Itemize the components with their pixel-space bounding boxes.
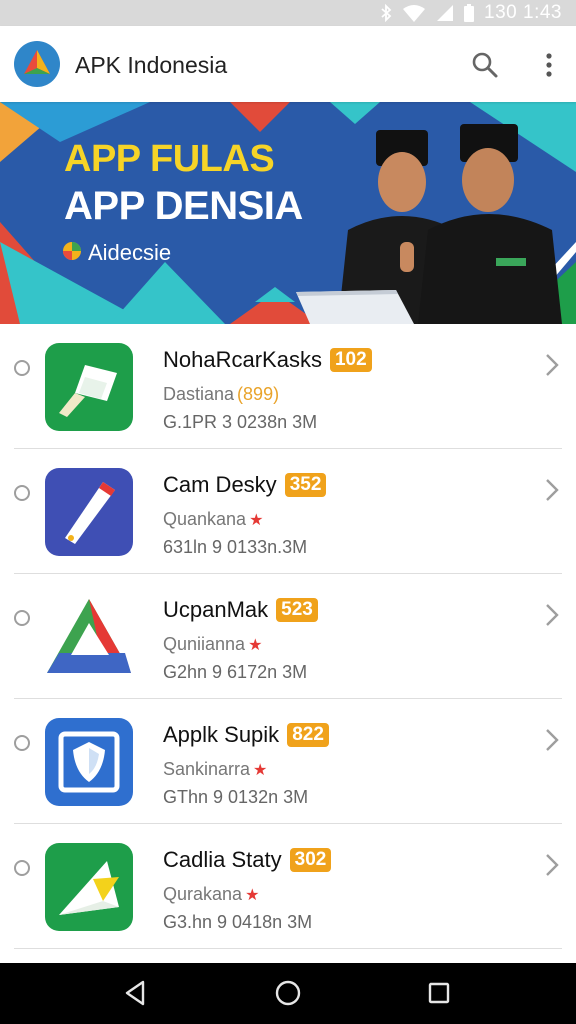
app-bar: APK Indonesia <box>0 26 576 102</box>
star-icon: ★ <box>253 761 268 779</box>
app-name: NohaRcarKasks <box>163 347 322 372</box>
app-meta: GThn 9 0132n 3M <box>163 787 309 807</box>
list-item[interactable]: Cam Desky 352 Quankana ★ 631ln 9 0133n.3… <box>0 449 576 574</box>
signal-icon <box>436 4 454 22</box>
status-bar: 130 1:43 <box>0 0 576 26</box>
app-name: Cam Desky <box>163 472 277 497</box>
app-title-line: UcpanMak 523 <box>163 597 318 623</box>
banner-subheadline: APP DENSIA <box>64 184 303 228</box>
banner-brand-label: Aidecsie <box>88 240 172 265</box>
app-title-line: Cam Desky 352 <box>163 472 327 498</box>
divider <box>14 948 562 949</box>
app-name: Applk Supik <box>163 722 280 747</box>
app-name: UcpanMak <box>163 597 269 622</box>
app-meta: G2hn 9 6172n 3M <box>163 662 308 682</box>
app-title-line: Applk Supik 822 <box>163 722 329 748</box>
app-title-line: Cadlia Staty 302 <box>163 847 332 873</box>
list-item[interactable]: NohaRcarKasks 102 Dastiana (899) G.1PR 3… <box>0 324 576 449</box>
list-item[interactable]: Cadlia Staty 302 Qurakana ★ G3.hn 9 0418… <box>0 824 576 949</box>
app-meta: G.1PR 3 0238n 3M <box>163 412 318 432</box>
app-category: Quniianna <box>163 634 246 654</box>
triangle-logo-icon <box>45 593 133 681</box>
rating-badge: 352 <box>284 473 327 497</box>
laptop <box>296 290 414 324</box>
star-icon: ★ <box>249 511 264 529</box>
app-title: APK Indonesia <box>75 52 228 78</box>
app-category: Qurakana <box>163 884 243 904</box>
list-item[interactable]: Applk Supik 822 Sankinarra ★ GThn 9 0132… <box>0 699 576 824</box>
search-icon[interactable] <box>470 50 500 80</box>
rating-badge: 822 <box>287 723 329 747</box>
app-meta: 631ln 9 0133n.3M <box>163 537 308 557</box>
star-icon: ★ <box>245 886 260 904</box>
radio-button[interactable] <box>14 610 30 626</box>
app-category: Sankinarra <box>163 759 251 779</box>
bluetooth-icon <box>380 4 392 22</box>
battery-icon <box>464 4 475 22</box>
app-subtitle: Dastiana (899) <box>163 384 279 405</box>
app-subtitle: Quniianna ★ <box>163 634 262 655</box>
app-category: Quankana <box>163 509 247 529</box>
blue-ruler-icon <box>45 468 133 556</box>
promo-banner[interactable]: APP FULAS APP DENSIA Aidecsie <box>0 102 576 324</box>
chevron-right-icon[interactable] <box>543 477 561 503</box>
back-icon[interactable] <box>121 978 151 1008</box>
app-list: NohaRcarKasks 102 Dastiana (899) G.1PR 3… <box>0 324 576 949</box>
app-subtitle: Quankana ★ <box>163 509 263 530</box>
star-icon: ★ <box>248 636 263 654</box>
chevron-right-icon[interactable] <box>543 602 561 628</box>
radio-button[interactable] <box>14 485 30 501</box>
banner-headline: APP FULAS <box>64 138 275 180</box>
app-title-line: NohaRcarKasks 102 <box>163 347 372 373</box>
brand-logo-icon <box>62 241 82 266</box>
app-review-count: (899) <box>237 384 280 404</box>
rating-badge: 302 <box>289 848 332 872</box>
wifi-icon <box>402 4 426 22</box>
home-icon[interactable] <box>273 978 303 1008</box>
app-meta: G3.hn 9 0418n 3M <box>163 912 313 932</box>
shield-icon <box>45 718 133 806</box>
status-time: 130 1:43 <box>484 2 562 23</box>
rating-badge: 102 <box>329 348 372 372</box>
list-item[interactable]: UcpanMak 523 Quniianna ★ G2hn 9 6172n 3M <box>0 574 576 699</box>
recents-icon[interactable] <box>424 978 454 1008</box>
green-flag-icon <box>45 343 133 431</box>
more-vert-icon[interactable] <box>538 50 560 80</box>
navigation-bar <box>0 963 576 1024</box>
paper-plane-icon <box>45 843 133 931</box>
app-subtitle: Qurakana ★ <box>163 884 259 905</box>
app-subtitle: Sankinarra ★ <box>163 759 267 780</box>
app-name: Cadlia Staty <box>163 847 282 872</box>
chevron-right-icon[interactable] <box>543 352 561 378</box>
app-logo-icon <box>14 41 60 87</box>
radio-button[interactable] <box>14 735 30 751</box>
radio-button[interactable] <box>14 860 30 876</box>
banner-brand: Aidecsie <box>62 240 171 266</box>
app-category: Dastiana <box>163 384 235 404</box>
rating-badge: 523 <box>276 598 318 622</box>
chevron-right-icon[interactable] <box>543 852 561 878</box>
radio-button[interactable] <box>14 360 30 376</box>
status-icons: 130 1:43 <box>380 0 562 26</box>
chevron-right-icon[interactable] <box>543 727 561 753</box>
